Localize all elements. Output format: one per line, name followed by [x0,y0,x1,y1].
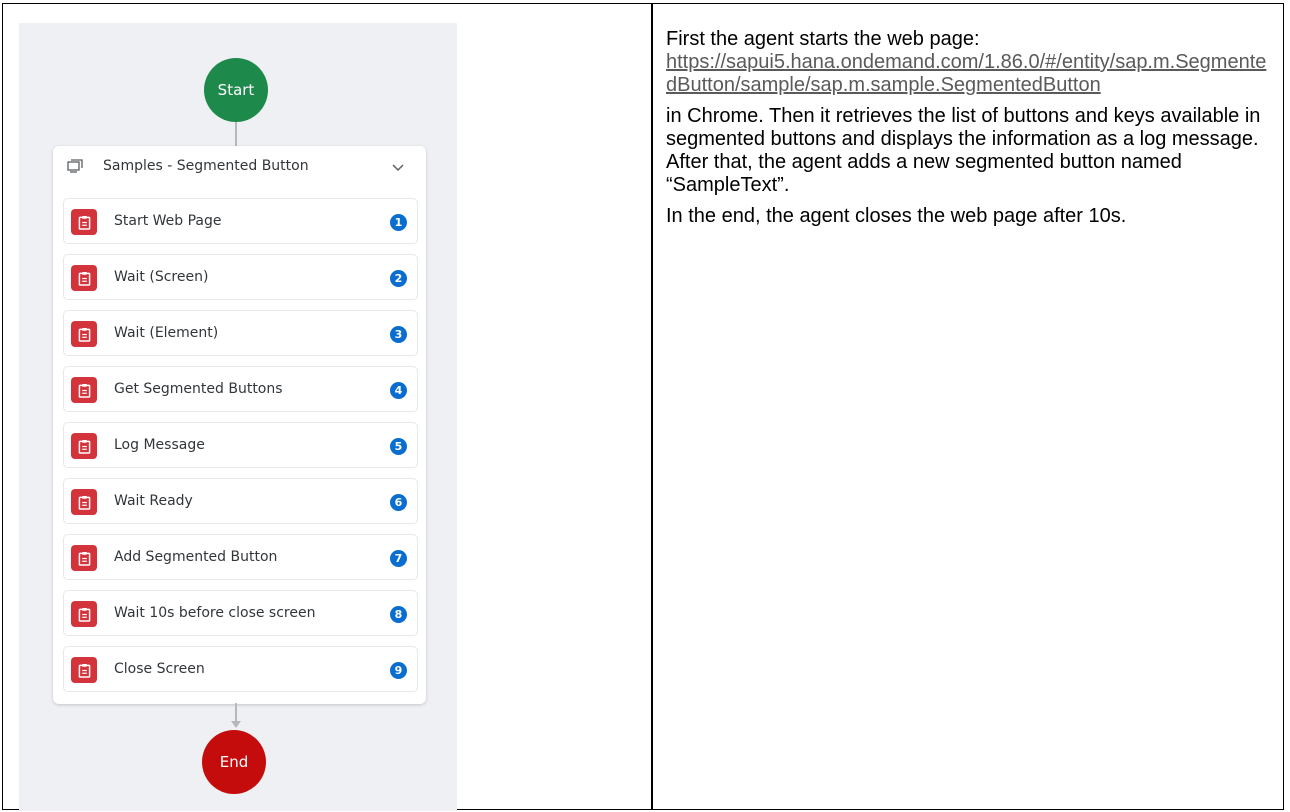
start-node-label: Start [217,81,255,99]
closing-text: In the end, the agent closes the web pag… [666,205,1127,227]
clipboard-icon [71,545,97,571]
clipboard-icon [71,321,97,347]
group-header[interactable]: Samples - Segmented Button [53,146,426,188]
description-panel: First the agent starts the web page: htt… [666,28,1276,236]
step-number-badge: 6 [390,494,407,511]
body-text: in Chrome. Then it retrieves the list of… [666,105,1261,196]
clipboard-icon [71,377,97,403]
document-table: Start Samples - Segmented Button Start W… [2,3,1284,811]
step-label: Start Web Page [114,213,222,229]
clipboard-icon [71,265,97,291]
activity-group[interactable]: Samples - Segmented Button Start Web Pag… [53,146,426,704]
step-label: Wait (Element) [114,325,219,341]
step-label: Wait (Screen) [114,269,209,285]
step-label: Wait Ready [114,493,193,509]
workflow-canvas: Start Samples - Segmented Button Start W… [19,23,457,811]
step-number-badge: 1 [390,214,407,231]
clipboard-icon [71,433,97,459]
group-title: Samples - Segmented Button [103,158,309,174]
step-label: Wait 10s before close screen [114,605,316,621]
step-number-badge: 4 [390,382,407,399]
clipboard-icon [71,489,97,515]
end-node[interactable]: End [202,730,266,794]
step-label: Close Screen [114,661,205,677]
intro-line: First the agent starts the web page: [666,28,980,50]
step-label: Log Message [114,437,205,453]
step-number-badge: 8 [390,606,407,623]
start-node[interactable]: Start [204,58,268,122]
activity-step[interactable]: Log Message 5 [63,422,418,468]
step-label: Add Segmented Button [114,549,278,565]
activity-step[interactable]: Wait Ready 6 [63,478,418,524]
activity-step[interactable]: Close Screen 9 [63,646,418,692]
activity-step[interactable]: Wait (Element) 3 [63,310,418,356]
step-label: Get Segmented Buttons [114,381,283,397]
screen-group-icon [67,159,83,173]
clipboard-icon [71,601,97,627]
activity-step[interactable]: Wait 10s before close screen 8 [63,590,418,636]
activity-step[interactable]: Get Segmented Buttons 4 [63,366,418,412]
chevron-down-icon[interactable] [391,160,405,174]
activity-step[interactable]: Add Segmented Button 7 [63,534,418,580]
activity-step[interactable]: Start Web Page 1 [63,198,418,244]
intro-text: First the agent starts the web page: htt… [666,28,1276,97]
step-number-badge: 7 [390,550,407,567]
end-node-label: End [219,753,249,771]
step-number-badge: 3 [390,326,407,343]
activity-step[interactable]: Wait (Screen) 2 [63,254,418,300]
clipboard-icon [71,657,97,683]
arrow-down-icon [231,721,241,728]
column-divider [651,4,653,809]
sample-link[interactable]: https://sapui5.hana.ondemand.com/1.86.0/… [666,51,1276,97]
step-number-badge: 5 [390,438,407,455]
step-number-badge: 2 [390,270,407,287]
step-number-badge: 9 [390,662,407,679]
clipboard-icon [71,209,97,235]
